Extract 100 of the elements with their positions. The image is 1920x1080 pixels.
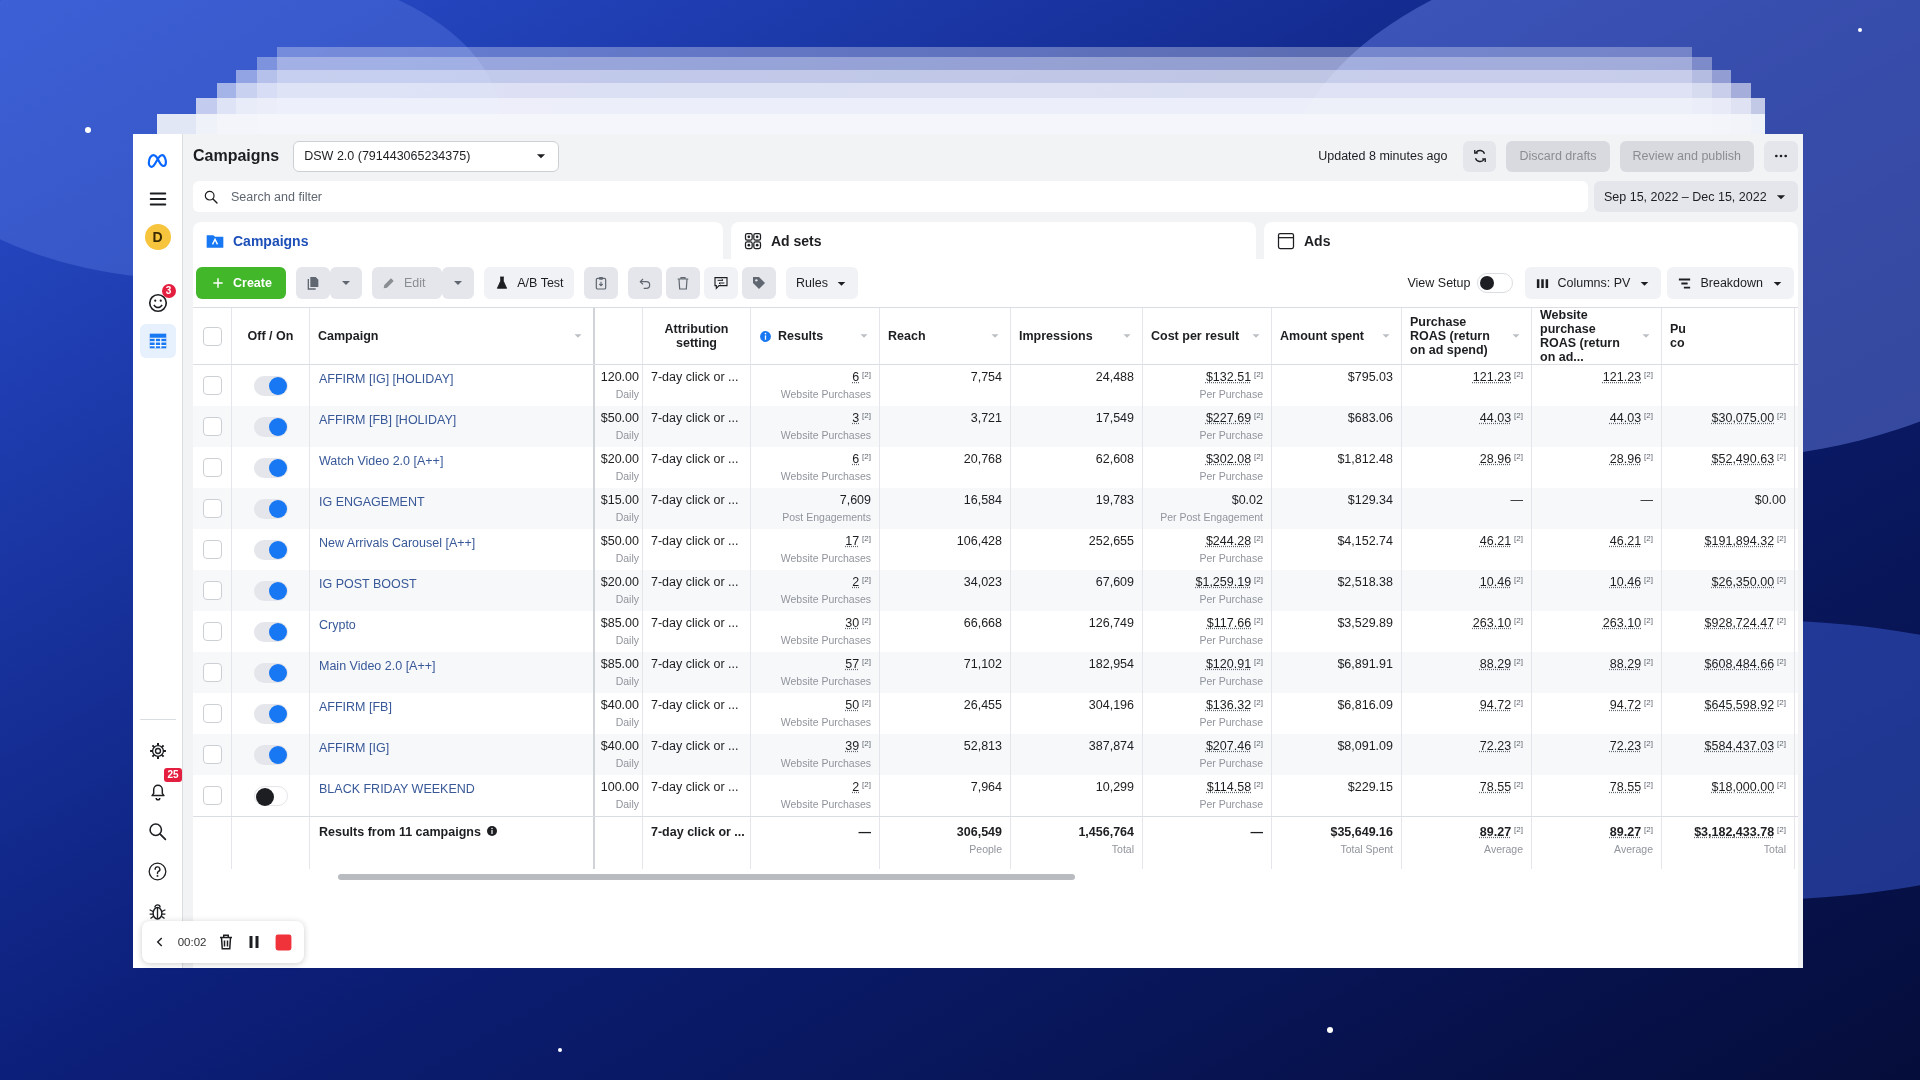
cell-caption: Per Purchase	[1198, 593, 1263, 605]
campaign-link[interactable]: IG POST BOOST	[316, 577, 417, 591]
cell-value: 72.23	[1479, 739, 1512, 754]
cell-value: $85.00	[600, 616, 639, 631]
tab[interactable]: Ads	[1264, 222, 1798, 259]
footnote-mark: [2]	[1644, 411, 1653, 421]
campaign-link[interactable]: Crypto	[316, 618, 356, 632]
column-header: Cost per result	[1151, 329, 1241, 343]
cell-caption: Daily	[614, 634, 639, 646]
toggle-switch[interactable]	[253, 744, 288, 765]
cell-value: $30,075.00	[1711, 411, 1775, 426]
toggle-switch[interactable]	[253, 416, 288, 437]
tab[interactable]: Ad sets	[731, 222, 1256, 259]
cell-caption: People	[968, 843, 1002, 855]
account-dropdown[interactable]: DSW 2.0 (791443065234375)	[293, 140, 560, 172]
cell-value: 7-day click or ...	[651, 698, 739, 713]
toggle-switch[interactable]	[253, 539, 288, 560]
compare-button[interactable]	[703, 267, 738, 299]
checkbox[interactable]	[202, 376, 222, 395]
campaign-link[interactable]: Main Video 2.0 [A++]	[316, 659, 436, 673]
cell-value: —	[1510, 493, 1523, 508]
toggle-switch[interactable]	[253, 580, 288, 601]
cell-value: 2	[852, 575, 860, 590]
campaign-link[interactable]: Watch Video 2.0 [A++]	[316, 454, 444, 468]
refresh-button[interactable]	[1463, 140, 1497, 172]
toggle-switch[interactable]	[1476, 273, 1513, 293]
campaign-link[interactable]: IG ENGAGEMENT	[316, 495, 425, 509]
footnote-mark: [2]	[1644, 452, 1653, 462]
search-icon[interactable]	[147, 820, 168, 842]
recording-timer: 00:02	[177, 936, 207, 948]
footnote-mark: [2]	[1644, 825, 1653, 835]
cell-caption: Daily	[614, 798, 639, 810]
toggle-switch[interactable]	[253, 498, 288, 519]
avatar[interactable]: D	[144, 224, 171, 250]
cell-value: $0.00	[1754, 493, 1786, 508]
tab[interactable]: Campaigns	[193, 222, 723, 259]
checkbox[interactable]	[202, 745, 222, 764]
stop-icon[interactable]	[273, 932, 293, 952]
info-icon[interactable]	[485, 825, 498, 837]
cell-value: 50	[845, 698, 860, 713]
campaign-link[interactable]: AFFIRM [FB] [HOLIDAY]	[316, 413, 457, 427]
help-icon[interactable]	[147, 860, 168, 882]
cell-value: $6,816.09	[1337, 698, 1393, 713]
cell-value: 3	[852, 411, 860, 426]
columns-button[interactable]: Columns: PV	[1524, 267, 1662, 299]
footnote-mark: [2]	[1644, 575, 1653, 585]
cell-value: $584,437.03	[1704, 739, 1775, 754]
toggle-switch[interactable]	[253, 621, 288, 642]
campaign-link[interactable]: BLACK FRIDAY WEEKEND	[316, 782, 475, 796]
campaign-link[interactable]: AFFIRM [IG] [HOLIDAY]	[316, 372, 454, 386]
cell-caption: Website Purchases	[779, 798, 871, 810]
toggle-switch[interactable]	[253, 785, 288, 806]
footnote-mark: [2]	[1777, 616, 1786, 626]
breakdown-button[interactable]: Breakdown	[1667, 267, 1794, 299]
cell-value: 387,874	[1088, 739, 1134, 754]
cell-caption: Website Purchases	[779, 429, 871, 441]
checkbox[interactable]	[202, 417, 222, 436]
checkbox[interactable]	[202, 326, 222, 346]
campaign-link[interactable]: AFFIRM [IG]	[316, 741, 390, 755]
cell-value: $117.66	[1206, 616, 1252, 631]
footnote-mark: [2]	[1514, 780, 1523, 790]
checkbox[interactable]	[202, 786, 222, 805]
footnote-mark: [2]	[1514, 370, 1523, 380]
scrollbar[interactable]	[338, 874, 1075, 880]
checkbox[interactable]	[202, 540, 222, 559]
campaign-link[interactable]: AFFIRM [FB]	[316, 700, 392, 714]
toggle-switch[interactable]	[253, 457, 288, 478]
cell-value: 46.21	[1609, 534, 1642, 549]
search-field[interactable]: Search and filter	[229, 188, 1578, 205]
nav-item-highlight[interactable]	[139, 324, 176, 358]
footnote-mark: [2]	[1644, 657, 1653, 667]
toggle-switch[interactable]	[253, 703, 288, 724]
footnote-mark: [2]	[1777, 657, 1786, 667]
footnote-mark: [2]	[1254, 411, 1263, 421]
footnote-mark: [2]	[1644, 698, 1653, 708]
toggle-switch[interactable]	[253, 375, 288, 396]
cell-value: 7,754	[970, 370, 1002, 385]
checkbox[interactable]	[202, 581, 222, 600]
account-name: DSW 2.0 (791443065234375)	[304, 149, 471, 163]
cell-value: 120.00	[600, 370, 639, 385]
cell-caption: Website Purchases	[779, 757, 871, 769]
cell-caption: Website Purchases	[779, 552, 871, 564]
rules-button[interactable]: Rules	[785, 267, 858, 299]
view-setup-label: View Setup	[1407, 276, 1471, 290]
toggle-switch[interactable]	[253, 662, 288, 683]
footnote-mark: [2]	[1777, 452, 1786, 462]
campaign-link[interactable]: New Arrivals Carousel [A++]	[316, 536, 476, 550]
checkbox[interactable]	[202, 458, 222, 477]
settings-icon[interactable]	[147, 741, 168, 761]
checkbox[interactable]	[202, 499, 222, 518]
search-bar[interactable]: Search and filter	[193, 181, 1588, 212]
checkbox[interactable]	[202, 704, 222, 723]
ab-test-button[interactable]: A/B Test	[483, 267, 574, 299]
checkbox[interactable]	[202, 622, 222, 641]
footnote-mark: [2]	[1514, 698, 1523, 708]
emoji-icon[interactable]	[146, 292, 169, 314]
cell-caption: Daily	[614, 757, 639, 769]
checkbox[interactable]	[202, 663, 222, 682]
date-range-picker[interactable]: Sep 15, 2022 – Dec 15, 2022	[1594, 181, 1798, 212]
footnote-mark: [2]	[1514, 825, 1523, 835]
